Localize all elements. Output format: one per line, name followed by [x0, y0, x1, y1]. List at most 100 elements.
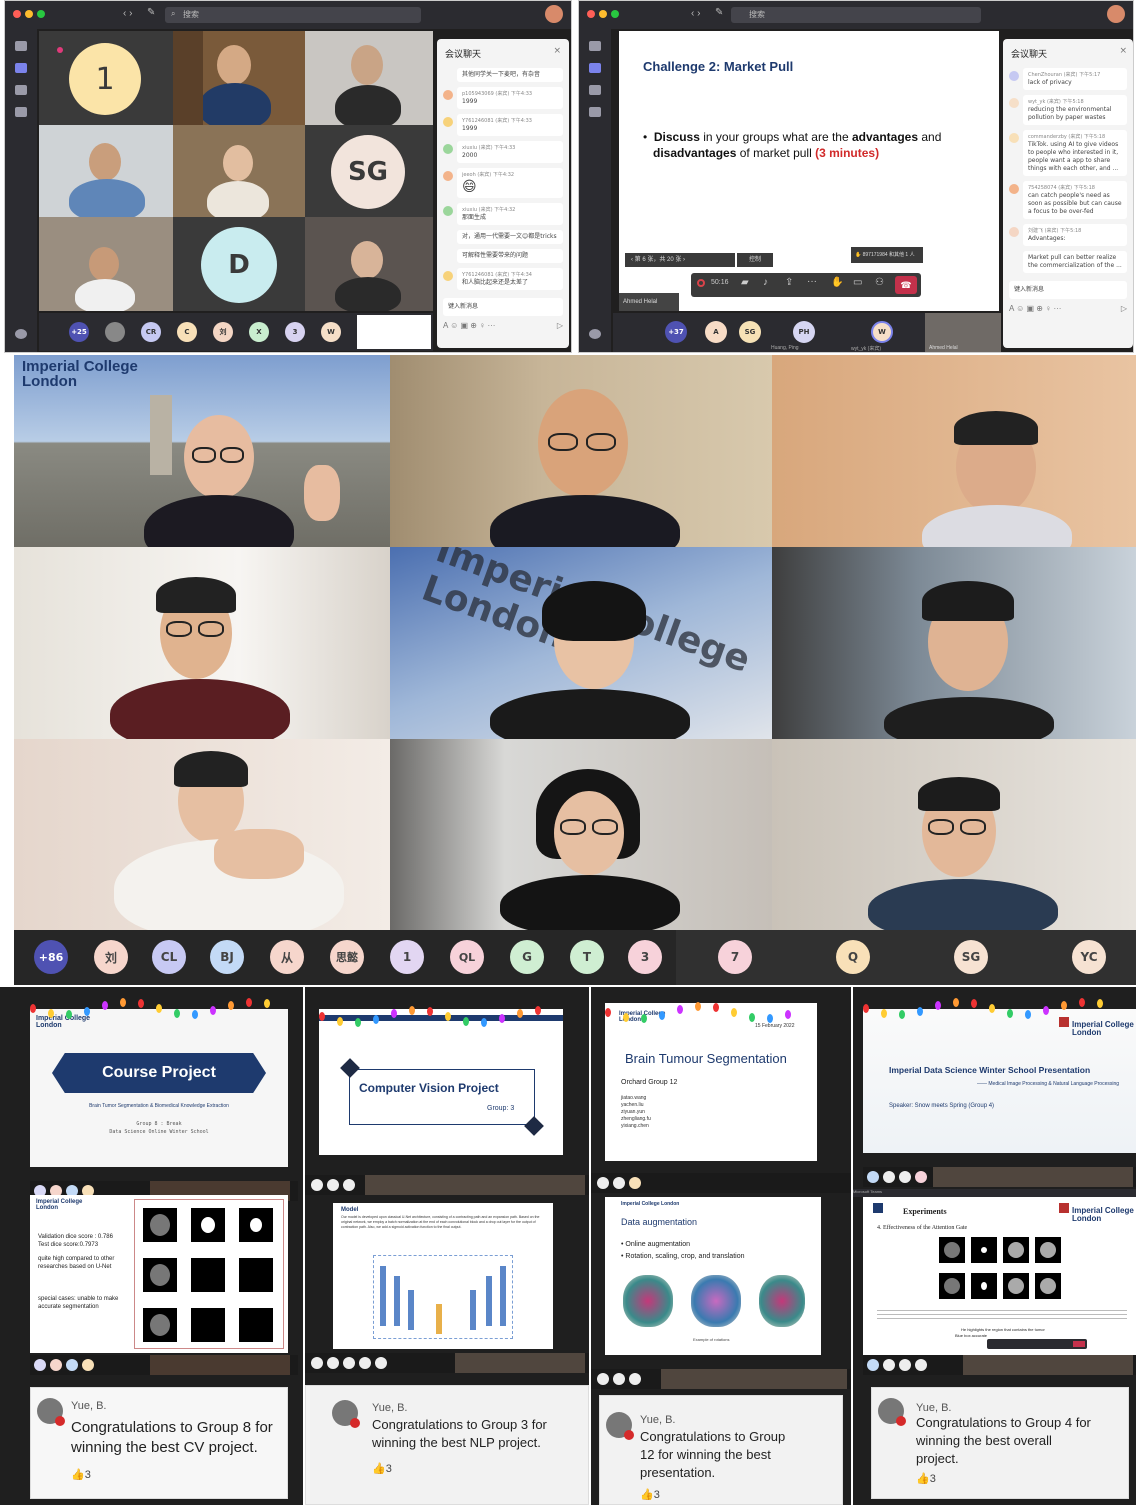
- tile-video-3[interactable]: [39, 125, 173, 217]
- tile-sg-label: SG: [347, 157, 389, 187]
- close-icon[interactable]: ×: [1119, 46, 1127, 56]
- tile-number[interactable]: 1: [39, 31, 173, 125]
- tile-video-4[interactable]: [173, 125, 305, 217]
- like-reaction[interactable]: 👍3: [916, 1472, 936, 1485]
- self-video[interactable]: Ahmed Helal: [925, 313, 1001, 352]
- search-input[interactable]: 搜索: [165, 7, 421, 23]
- gallery-tile-6[interactable]: [772, 547, 1136, 739]
- roster-x[interactable]: X: [256, 328, 261, 336]
- slide-navigator[interactable]: ‹ 第 6 张，共 20 张 ›: [625, 253, 735, 267]
- calendar-icon[interactable]: [589, 107, 601, 117]
- nav-arrows-icon[interactable]: ‹ ›: [123, 8, 132, 19]
- gallery-tile-4[interactable]: [14, 547, 390, 739]
- close-dot[interactable]: [587, 10, 595, 18]
- participant-avatar[interactable]: 思懿: [336, 949, 358, 965]
- participant-overflow[interactable]: +86: [39, 951, 64, 964]
- gallery-tile-3[interactable]: [772, 355, 1136, 547]
- gallery-tile-2[interactable]: [390, 355, 772, 547]
- participant-avatar[interactable]: YC: [1080, 950, 1097, 964]
- close-dot[interactable]: [13, 10, 21, 18]
- search-input[interactable]: 搜索: [731, 7, 981, 23]
- slide-title: Imperial Data Science Winter School Pres…: [889, 1065, 1091, 1075]
- zoom-dot[interactable]: [37, 10, 45, 18]
- tile-video-5[interactable]: [39, 217, 173, 311]
- participant-avatar[interactable]: QL: [459, 951, 475, 964]
- roster-c[interactable]: C: [184, 328, 189, 336]
- teams-icon[interactable]: [589, 85, 601, 95]
- gallery-tile-7[interactable]: [14, 739, 390, 931]
- roster-3[interactable]: 3: [293, 328, 298, 336]
- participants-icon[interactable]: ⚇: [875, 277, 884, 288]
- compose-icon[interactable]: ✎: [715, 7, 723, 18]
- compose-toolbar[interactable]: A ☺ ▣ ⊕ ♀ ··· ▷: [1009, 304, 1127, 313]
- roster-photo[interactable]: [105, 322, 125, 342]
- participant-avatar[interactable]: 1: [403, 950, 411, 964]
- participant-avatar[interactable]: 7: [731, 950, 739, 964]
- gallery-tile-9[interactable]: [772, 739, 1136, 931]
- help-icon[interactable]: [15, 329, 27, 339]
- participant-avatar[interactable]: 刘: [105, 949, 117, 966]
- hangup-button[interactable]: ☎: [895, 276, 917, 294]
- shared-content-thumb[interactable]: [357, 315, 431, 349]
- teams-icon[interactable]: [15, 85, 27, 95]
- participant-avatar[interactable]: G: [522, 950, 532, 964]
- tile-video-1[interactable]: [173, 31, 305, 125]
- activity-icon[interactable]: [589, 41, 601, 51]
- compose-icon[interactable]: ✎: [147, 7, 155, 18]
- chat-input[interactable]: 键入新消息: [1009, 281, 1127, 299]
- zoom-dot[interactable]: [611, 10, 619, 18]
- participant-avatar[interactable]: CL: [161, 950, 177, 964]
- roster-w[interactable]: W: [878, 328, 886, 336]
- tile-video-6[interactable]: [305, 217, 433, 311]
- brain-scan-image: [623, 1275, 673, 1327]
- avatar[interactable]: [545, 5, 563, 23]
- participant-avatar[interactable]: 从: [281, 949, 293, 966]
- participant-avatar[interactable]: Q: [848, 950, 858, 964]
- light-bulb-icon: [899, 1010, 905, 1019]
- close-icon[interactable]: ×: [553, 46, 561, 56]
- tile-sg[interactable]: SG: [305, 125, 433, 217]
- avatar[interactable]: [1107, 5, 1125, 23]
- chat-icon[interactable]: [15, 63, 27, 73]
- calendar-icon[interactable]: [15, 107, 27, 117]
- chat-input[interactable]: 键入新消息: [443, 298, 563, 316]
- roster-liu[interactable]: 刘: [220, 327, 227, 337]
- mic-icon[interactable]: ♪: [763, 277, 768, 288]
- participant-avatar[interactable]: SG: [962, 950, 981, 964]
- like-reaction[interactable]: 👍3: [640, 1488, 660, 1501]
- participant-avatar[interactable]: BJ: [220, 950, 234, 964]
- hand-icon[interactable]: ✋: [831, 277, 843, 288]
- control-button[interactable]: 控制: [737, 253, 773, 267]
- light-bulb-icon: [863, 1004, 869, 1013]
- roster-sg[interactable]: SG: [745, 328, 756, 336]
- roster-overflow[interactable]: +25: [71, 328, 87, 336]
- roster-ph[interactable]: PH: [799, 328, 810, 336]
- roster-cr[interactable]: CR: [146, 328, 157, 336]
- hangup-button[interactable]: [1073, 1341, 1085, 1347]
- participant-avatar[interactable]: T: [583, 950, 591, 964]
- share-icon[interactable]: ⇪: [785, 277, 793, 288]
- chat-message: p105943069 (来宾) 下午4:33 1999: [443, 87, 563, 109]
- hand-gesture: [304, 465, 340, 521]
- gallery-tile-8[interactable]: [390, 739, 772, 931]
- minimize-dot[interactable]: [599, 10, 607, 18]
- camera-icon[interactable]: ▰: [741, 277, 749, 288]
- chat-toggle-icon[interactable]: ▭: [853, 277, 862, 288]
- help-icon[interactable]: [589, 329, 601, 339]
- roster-a[interactable]: A: [713, 328, 718, 336]
- activity-icon[interactable]: [15, 41, 27, 51]
- roster-overflow[interactable]: +37: [668, 328, 684, 336]
- more-icon[interactable]: ···: [807, 276, 817, 287]
- compose-toolbar[interactable]: A ☺ ▣ ⊕ ♀ ··· ▷: [443, 321, 563, 330]
- like-reaction[interactable]: 👍3: [71, 1468, 91, 1481]
- tile-d[interactable]: D: [173, 217, 305, 311]
- like-reaction[interactable]: 👍3: [372, 1462, 392, 1475]
- gallery-tile-5[interactable]: Imperial College London: [390, 547, 772, 739]
- roster-w[interactable]: W: [327, 328, 335, 336]
- participant-avatar[interactable]: 3: [641, 950, 649, 964]
- gallery-tile-1[interactable]: Imperial College London: [14, 355, 390, 547]
- chat-icon[interactable]: [589, 63, 601, 73]
- minimize-dot[interactable]: [25, 10, 33, 18]
- nav-arrows-icon[interactable]: ‹ ›: [691, 8, 700, 19]
- tile-video-2[interactable]: [305, 31, 433, 125]
